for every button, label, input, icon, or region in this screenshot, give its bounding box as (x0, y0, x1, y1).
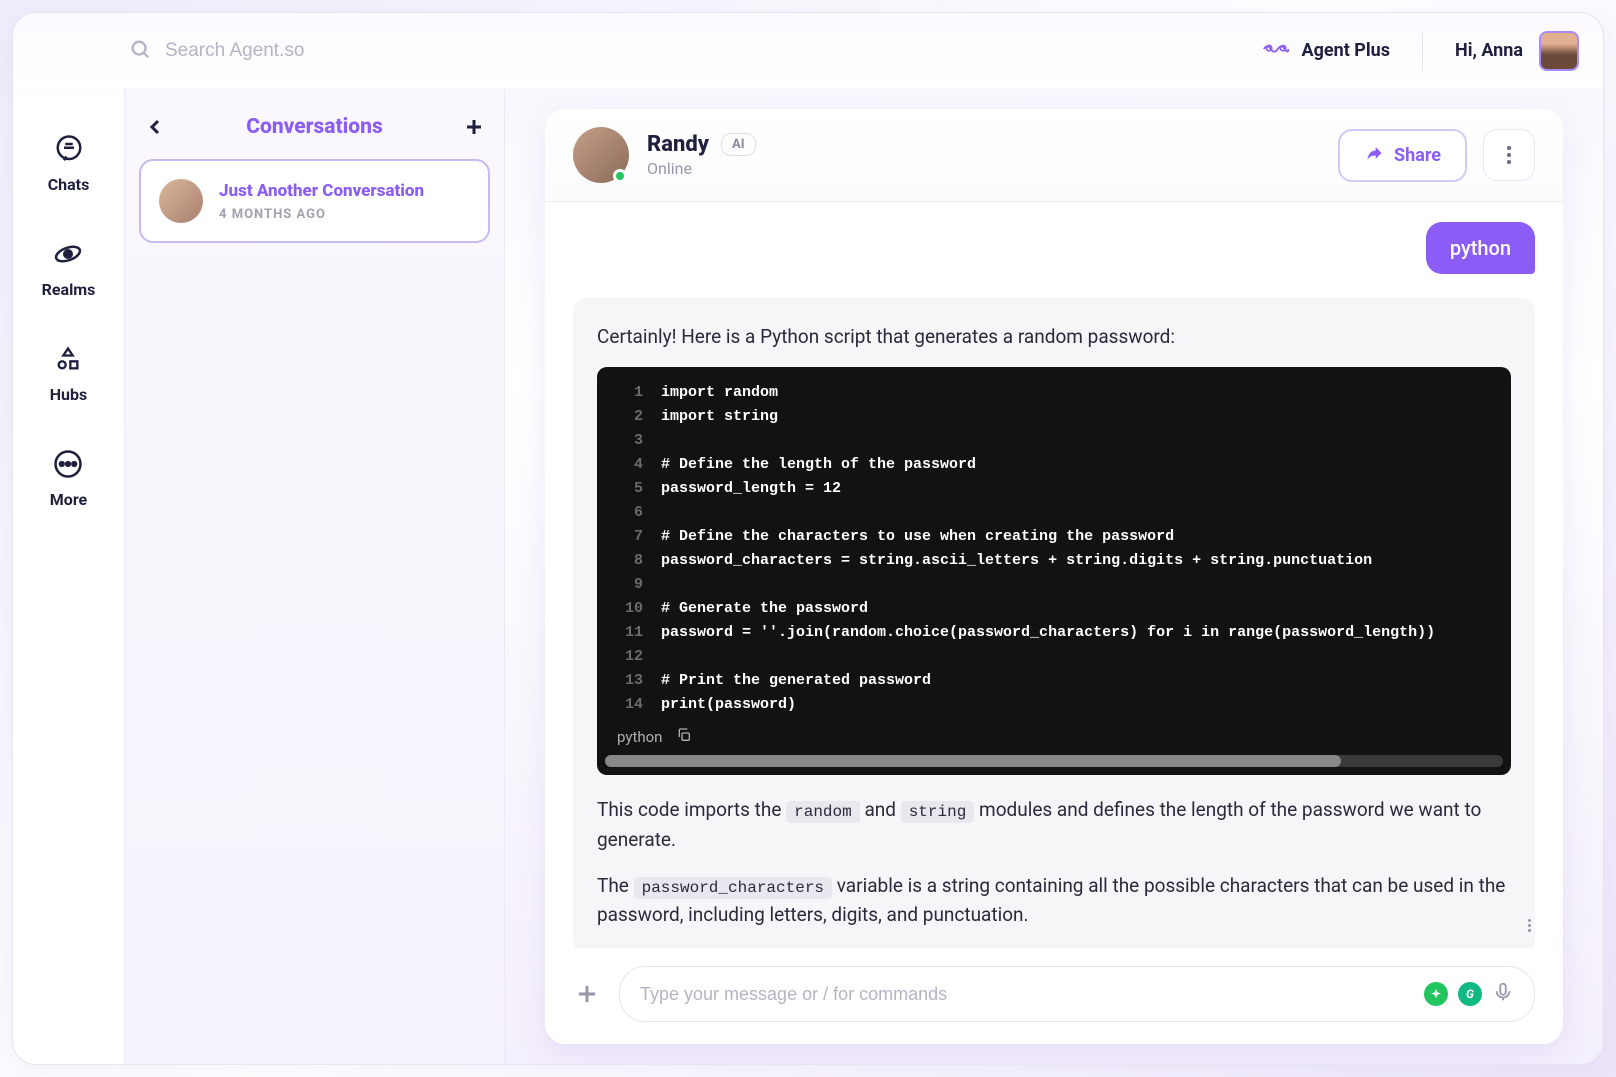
conversation-info: Just Another Conversation 4 MONTHS AGO (219, 181, 424, 222)
chats-icon (53, 133, 85, 165)
hubs-icon (52, 343, 84, 375)
code-line: 12 (613, 645, 1495, 669)
agent-status: Online (647, 159, 756, 178)
code-scrollbar[interactable] (605, 755, 1503, 767)
code-line: 6 (613, 501, 1495, 525)
assist-icon-1[interactable]: ✦ (1424, 982, 1448, 1006)
code-line: 4# Define the length of the password (613, 453, 1495, 477)
header-actions: Share (1338, 129, 1535, 182)
conversations-panel: Conversations Just Another Conversation … (125, 89, 505, 1064)
nav-chats-label: Chats (48, 175, 90, 194)
back-button[interactable] (143, 115, 167, 139)
dots-vertical-icon (1528, 919, 1531, 932)
dots-vertical-icon (1507, 146, 1511, 164)
message-input-wrap: ✦ G (619, 966, 1535, 1022)
ai-intro-text: Certainly! Here is a Python script that … (597, 322, 1511, 351)
nav-rail: Chats Realms Hubs More (13, 89, 125, 1064)
body: Chats Realms Hubs More (13, 89, 1603, 1064)
ai-explain-1: This code imports the random and string … (597, 795, 1511, 854)
ai-explain-2: The password_characters variable is a st… (597, 871, 1511, 930)
agent-plus-icon (1262, 41, 1290, 61)
chat-card: Randy AI Online Share (545, 109, 1563, 1044)
more-icon (52, 448, 84, 480)
code-lines: 1import random2import string34# Define t… (597, 381, 1511, 717)
new-conversation-button[interactable] (462, 115, 486, 139)
nav-chats[interactable]: Chats (48, 133, 90, 194)
conversations-title: Conversations (246, 115, 382, 139)
ai-badge: AI (721, 133, 756, 156)
nav-hubs-label: Hubs (50, 385, 87, 404)
code-line: 7# Define the characters to use when cre… (613, 525, 1495, 549)
message-more-button[interactable] (1522, 913, 1537, 938)
inline-code: string (901, 801, 975, 823)
agent-name: Randy (647, 132, 709, 157)
status-indicator (613, 169, 627, 183)
code-block: 1import random2import string34# Define t… (597, 367, 1511, 775)
share-label: Share (1394, 145, 1441, 166)
conversation-card[interactable]: Just Another Conversation 4 MONTHS AGO (139, 159, 490, 243)
agent-avatar-wrap (573, 127, 629, 183)
code-line: 10# Generate the password (613, 597, 1495, 621)
conversations-header: Conversations (139, 89, 490, 159)
assist-icon-2[interactable]: G (1458, 982, 1482, 1006)
conversation-name: Just Another Conversation (219, 181, 424, 201)
code-line: 11password = ''.join(random.choice(passw… (613, 621, 1495, 645)
code-line: 3 (613, 429, 1495, 453)
microphone-button[interactable] (1492, 981, 1514, 1007)
realms-icon (52, 238, 84, 270)
conversation-timestamp: 4 MONTHS AGO (219, 207, 424, 222)
code-language: python (617, 728, 662, 746)
input-icons: ✦ G (1424, 981, 1514, 1007)
code-line: 13# Print the generated password (613, 669, 1495, 693)
conversation-avatar (159, 179, 203, 223)
chat-more-button[interactable] (1483, 129, 1535, 181)
search-input[interactable] (165, 40, 565, 62)
inline-code: password_characters (634, 877, 832, 899)
share-button[interactable]: Share (1338, 129, 1467, 182)
agent-plus-label: Agent Plus (1302, 40, 1390, 61)
greeting-text: Hi, Anna (1455, 40, 1523, 61)
code-line: 2import string (613, 405, 1495, 429)
nav-realms[interactable]: Realms (42, 238, 96, 299)
attachment-button[interactable] (573, 980, 601, 1008)
user-avatar[interactable] (1539, 31, 1579, 71)
nav-more[interactable]: More (50, 448, 87, 509)
top-bar: Agent Plus Hi, Anna (13, 13, 1603, 89)
top-right: Agent Plus Hi, Anna (1262, 31, 1579, 71)
nav-realms-label: Realms (42, 280, 96, 299)
code-line: 5password_length = 12 (613, 477, 1495, 501)
code-line: 14print(password) (613, 693, 1495, 717)
code-footer: python (597, 717, 1511, 755)
input-bar: ✦ G (545, 948, 1563, 1044)
nav-hubs[interactable]: Hubs (50, 343, 87, 404)
copy-code-button[interactable] (676, 727, 692, 747)
chat-area: Randy AI Online Share (505, 89, 1603, 1064)
messages-scroll[interactable]: python Certainly! Here is a Python scrip… (545, 202, 1563, 948)
share-icon (1364, 143, 1384, 168)
app-window: Agent Plus Hi, Anna Chats (12, 12, 1604, 1065)
code-line: 1import random (613, 381, 1495, 405)
message-input[interactable] (640, 984, 1412, 1005)
ai-message: Certainly! Here is a Python script that … (573, 298, 1535, 948)
search-wrap (129, 38, 1262, 64)
code-line: 9 (613, 573, 1495, 597)
nav-more-label: More (50, 490, 87, 509)
search-icon (129, 38, 151, 64)
divider (1422, 31, 1423, 71)
agent-info: Randy AI Online (647, 132, 756, 178)
greeting-wrap: Hi, Anna (1455, 31, 1579, 71)
inline-code: random (786, 801, 860, 823)
user-message: python (1426, 222, 1535, 274)
code-line: 8password_characters = string.ascii_lett… (613, 549, 1495, 573)
agent-plus-link[interactable]: Agent Plus (1262, 40, 1390, 61)
chat-header: Randy AI Online Share (545, 109, 1563, 202)
